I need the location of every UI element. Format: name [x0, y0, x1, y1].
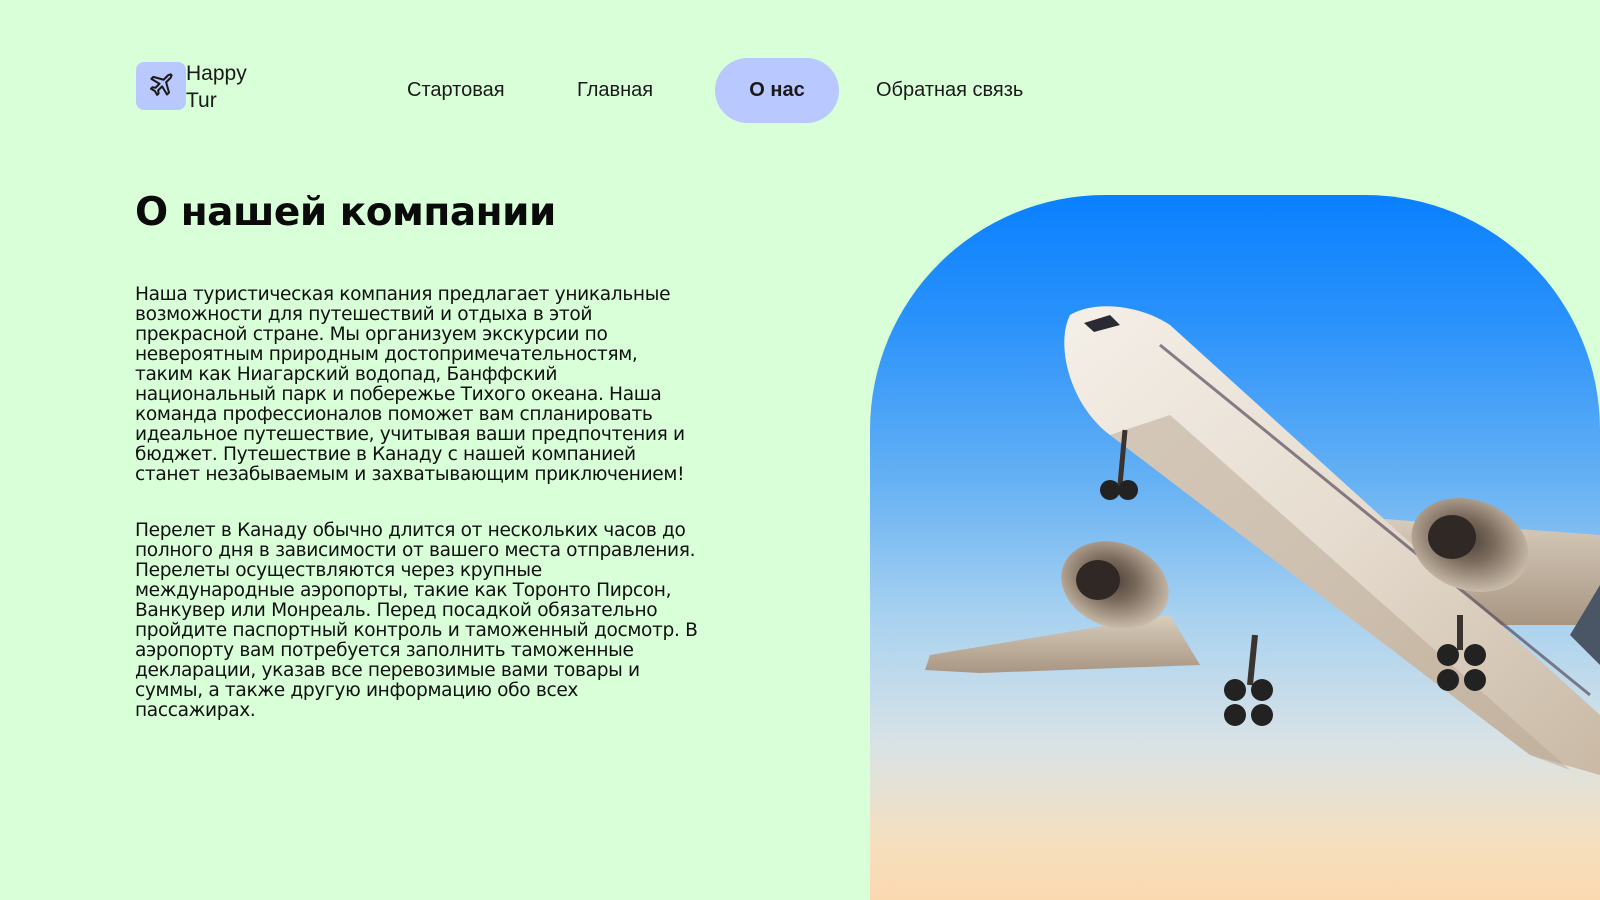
- airplane-icon: [150, 73, 173, 96]
- brand-line-1: Happy: [186, 62, 247, 85]
- about-paragraph-2: Перелет в Канаду обычно длится от нескол…: [135, 520, 698, 721]
- airplane-photo: [925, 306, 1600, 775]
- brand-line-2: Tur: [186, 89, 217, 112]
- hero-image: [870, 195, 1600, 900]
- nav-item-main[interactable]: Главная: [577, 58, 653, 123]
- logo[interactable]: Happy Tur: [136, 62, 266, 114]
- nav-item-feedback[interactable]: Обратная связь: [876, 58, 1023, 123]
- about-paragraph-1: Наша туристическая компания предлагает у…: [135, 284, 685, 485]
- nav-item-start[interactable]: Стартовая: [407, 58, 505, 123]
- logo-text: Happy Tur: [186, 60, 266, 114]
- nav-item-about[interactable]: О нас: [715, 58, 839, 123]
- logo-tile: [136, 62, 186, 110]
- page-title: О нашей компании: [135, 190, 556, 235]
